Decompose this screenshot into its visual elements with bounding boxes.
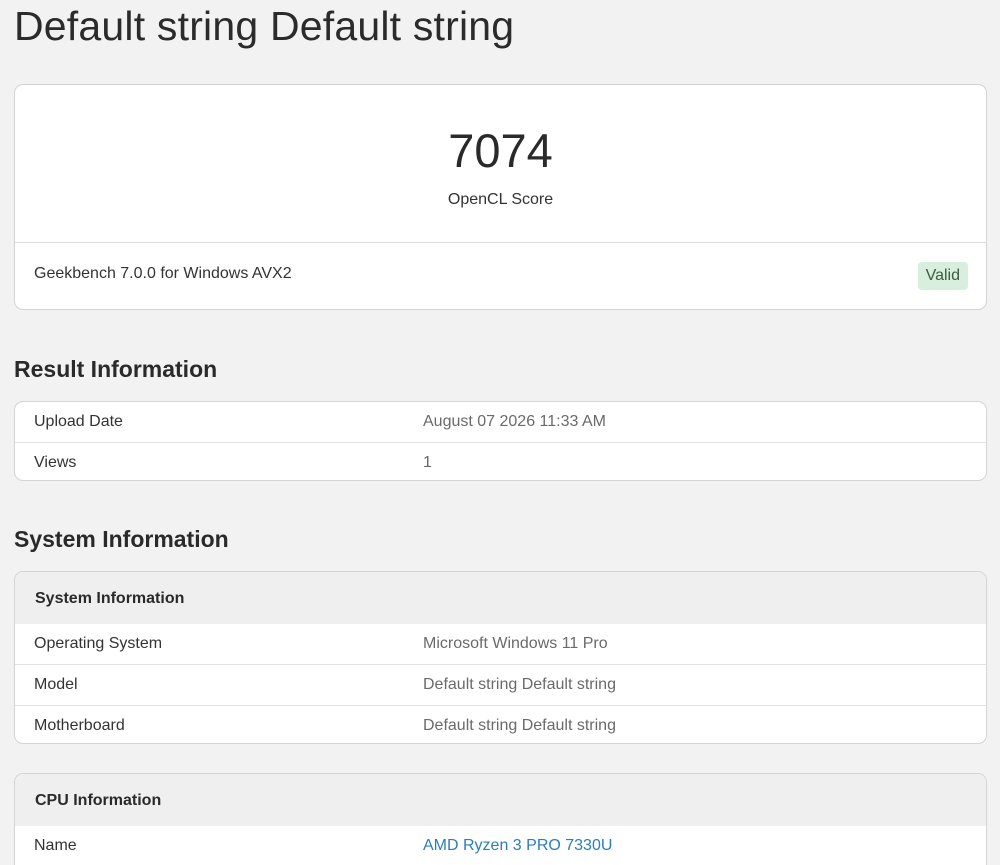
- opencl-score-value: 7074: [448, 124, 553, 177]
- result-information-heading: Result Information: [14, 356, 218, 382]
- status-badge: Valid: [917, 262, 968, 290]
- cpu-name-link[interactable]: AMD Ryzen 3 PRO 7330U: [423, 837, 612, 855]
- cpu-information-card-header: CPU Information: [15, 774, 986, 826]
- cpu-name-label: Name: [34, 837, 77, 854]
- score-footer: Geekbench 7.0.0 for Windows AVX2 Valid: [15, 243, 986, 309]
- operating-system-label: Operating System: [34, 635, 163, 652]
- result-information-table: Upload Date August 07 2026 11:33 AM View…: [14, 401, 987, 481]
- system-information-card-header: System Information: [15, 572, 986, 624]
- table-row: Motherboard Default string Default strin…: [15, 706, 986, 743]
- score-summary: 7074 OpenCL Score: [15, 85, 986, 243]
- upload-date-label: Upload Date: [34, 413, 123, 430]
- table-row: Name AMD Ryzen 3 PRO 7330U: [15, 826, 986, 865]
- operating-system-value: Microsoft Windows 11 Pro: [423, 635, 608, 652]
- system-information-card-title: System Information: [35, 590, 185, 607]
- benchmark-version: Geekbench 7.0.0 for Windows AVX2: [34, 265, 292, 282]
- model-label: Model: [34, 676, 78, 693]
- table-row: Upload Date August 07 2026 11:33 AM: [15, 402, 986, 443]
- page-title: Default string Default string: [14, 3, 515, 49]
- opencl-score-label: OpenCL Score: [447, 191, 554, 208]
- system-information-table: System Information Operating System Micr…: [14, 571, 987, 744]
- table-row: Model Default string Default string: [15, 665, 986, 706]
- motherboard-label: Motherboard: [34, 717, 125, 734]
- system-information-heading: System Information: [14, 526, 229, 552]
- model-value: Default string Default string: [423, 676, 616, 693]
- score-card: 7074 OpenCL Score Geekbench 7.0.0 for Wi…: [14, 84, 987, 310]
- upload-date-value: August 07 2026 11:33 AM: [423, 413, 606, 430]
- table-row: Operating System Microsoft Windows 11 Pr…: [15, 624, 986, 665]
- motherboard-value: Default string Default string: [423, 717, 616, 734]
- views-value: 1: [423, 454, 432, 471]
- page: Default string Default string 7074 OpenC…: [0, 0, 1000, 865]
- cpu-information-card-title: CPU Information: [35, 792, 162, 809]
- views-label: Views: [34, 454, 77, 471]
- cpu-information-table: CPU Information Name AMD Ryzen 3 PRO 733…: [14, 773, 987, 865]
- table-row: Views 1: [15, 443, 986, 480]
